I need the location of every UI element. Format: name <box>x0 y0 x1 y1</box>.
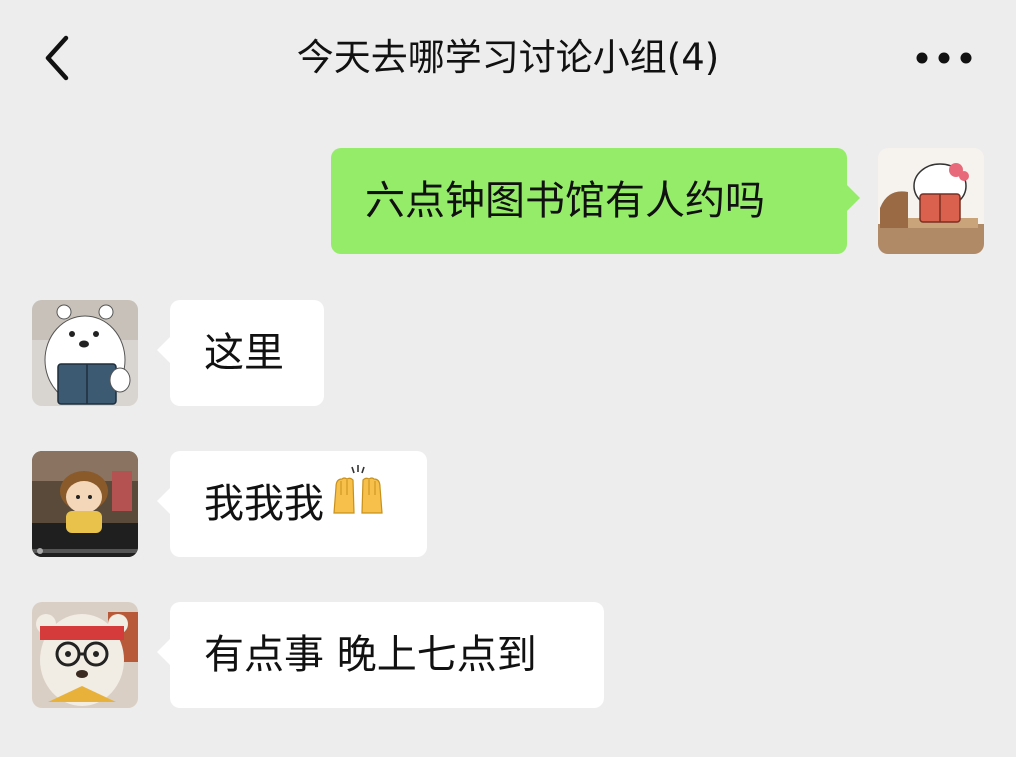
message-text: 有点事 晚上七点到 <box>204 632 537 678</box>
doll-avatar[interactable] <box>32 451 138 557</box>
page-title: 今天去哪学习讨论小组(4) <box>296 36 720 79</box>
more-dots-icon <box>916 52 972 64</box>
message-bubble-incoming[interactable]: 有点事 晚上七点到 <box>157 602 604 708</box>
hello-kitty-reading-avatar[interactable] <box>878 148 984 254</box>
back-button[interactable] <box>22 22 94 94</box>
message-text: 六点钟图书馆有人约吗 <box>365 178 765 224</box>
message-text: 我我我 <box>204 481 324 527</box>
message-bubble-incoming[interactable]: 我我我 <box>157 449 427 557</box>
raising-hands-emoji <box>330 449 386 555</box>
message-bubble-incoming[interactable]: 这里 <box>157 300 324 406</box>
more-button[interactable] <box>902 26 986 90</box>
teddy-bear-glasses-avatar[interactable] <box>32 602 138 708</box>
white-bear-reading-avatar[interactable] <box>32 300 138 406</box>
message-text: 这里 <box>204 330 284 376</box>
chat-area: 六点钟图书馆有人约吗 这里 我我我 有点事 晚上七点到 <box>0 116 1016 757</box>
nav-bar: 今天去哪学习讨论小组(4) <box>0 0 1016 116</box>
chevron-left-icon <box>45 35 69 81</box>
message-bubble-outgoing[interactable]: 六点钟图书馆有人约吗 <box>331 148 860 254</box>
